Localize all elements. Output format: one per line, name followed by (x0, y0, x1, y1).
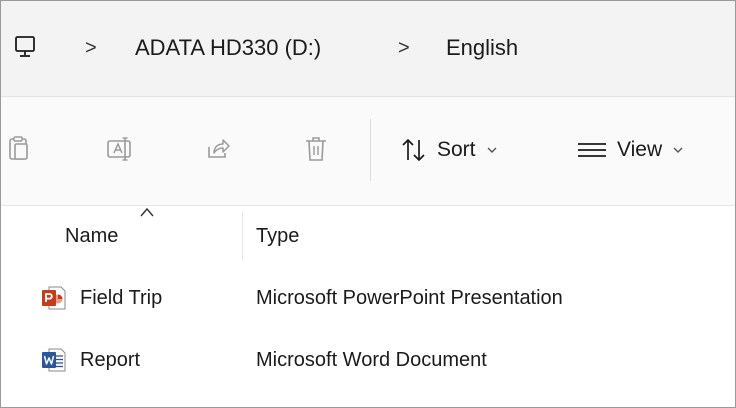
address-bar[interactable]: > ADATA HD330 (D:) > English (1, 1, 735, 97)
breadcrumb-item-drive[interactable]: ADATA HD330 (D:) (135, 35, 321, 61)
share-icon[interactable] (205, 135, 231, 163)
file-name[interactable]: Report (80, 348, 140, 372)
delete-icon[interactable] (303, 135, 329, 163)
paste-icon[interactable] (7, 135, 33, 163)
file-explorer-window: > ADATA HD330 (D:) > English Sort View N… (0, 0, 736, 408)
this-pc-icon[interactable] (15, 34, 35, 60)
file-name[interactable]: Field Trip (80, 286, 162, 310)
breadcrumb-separator[interactable]: > (85, 38, 97, 58)
column-header-name[interactable]: Name (65, 224, 118, 248)
sort-ascending-icon (140, 207, 154, 217)
column-divider[interactable] (242, 212, 243, 260)
breadcrumb-separator[interactable]: > (398, 38, 410, 58)
chevron-down-icon (673, 147, 683, 153)
sort-label: Sort (437, 138, 476, 161)
word-file-icon (42, 348, 66, 372)
file-row[interactable]: Field Trip Microsoft PowerPoint Presenta… (1, 273, 735, 323)
view-label: View (617, 138, 663, 161)
command-bar-divider (370, 119, 371, 181)
column-header-type[interactable]: Type (256, 224, 299, 248)
column-header-row: Name Type (1, 206, 735, 262)
file-row[interactable]: Report Microsoft Word Document (1, 335, 735, 385)
chevron-down-icon (487, 147, 497, 153)
sort-button[interactable]: Sort (401, 135, 498, 165)
view-button[interactable]: View (577, 135, 684, 165)
sort-icon (402, 139, 425, 161)
breadcrumb-item-folder[interactable]: English (446, 35, 518, 61)
command-bar: Sort View (1, 97, 735, 206)
file-type: Microsoft PowerPoint Presentation (256, 287, 563, 309)
powerpoint-file-icon (42, 286, 66, 310)
rename-icon[interactable] (106, 135, 132, 163)
file-type: Microsoft Word Document (256, 349, 487, 371)
view-icon (578, 143, 606, 157)
